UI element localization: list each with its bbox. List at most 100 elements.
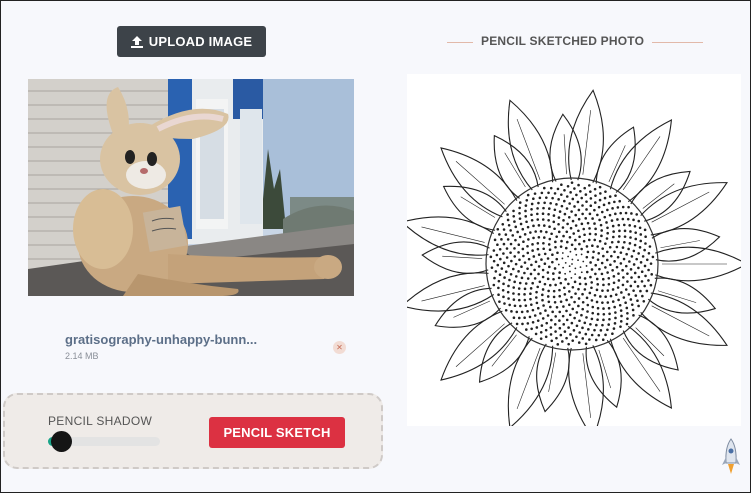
sketch-seed xyxy=(573,205,576,208)
sketch-seed xyxy=(524,282,528,285)
sketch-seed xyxy=(626,217,630,221)
sketch-seed xyxy=(595,300,599,304)
sketch-seed xyxy=(567,342,570,346)
upload-image-button[interactable]: UPLOAD IMAGE xyxy=(117,26,266,57)
sketch-seed xyxy=(614,311,617,314)
sketch-seed xyxy=(571,197,575,201)
sketch-seed xyxy=(625,252,628,256)
sketch-seed xyxy=(539,312,542,315)
sketch-seed xyxy=(644,242,647,245)
sketch-seed xyxy=(619,325,622,328)
sketch-seed xyxy=(541,293,544,297)
sketch-seed xyxy=(643,284,646,288)
sketch-seed xyxy=(575,253,578,256)
sketch-seed xyxy=(622,257,626,261)
sketch-seed xyxy=(578,331,581,334)
sketch-seed xyxy=(577,297,581,300)
sketch-seed xyxy=(637,275,641,279)
sketch-seed xyxy=(517,298,521,302)
sketch-seed xyxy=(532,197,535,201)
sketch-seed xyxy=(513,255,517,258)
sketch-seed xyxy=(509,229,512,232)
sketch-seed xyxy=(522,240,525,243)
sketch-seed xyxy=(523,287,527,291)
sketch-seed xyxy=(617,223,621,227)
sketch-seed xyxy=(571,307,575,311)
sketch-seed xyxy=(547,212,550,216)
sketch-seed xyxy=(619,251,623,254)
sketch-seed xyxy=(618,303,622,307)
sketch-seed xyxy=(638,246,642,249)
sketch-seed xyxy=(590,317,594,321)
sketch-seed xyxy=(498,233,501,236)
sketch-seed xyxy=(590,299,594,302)
sketch-seed xyxy=(567,215,571,219)
sketch-seed xyxy=(583,233,586,237)
sketch-seed xyxy=(625,306,629,310)
sketch-seed xyxy=(523,271,526,275)
sketch-seed xyxy=(500,267,504,270)
sketch-seed xyxy=(585,316,588,319)
sketch-seed xyxy=(535,296,538,299)
sketch-seed xyxy=(513,220,516,223)
sketch-seed xyxy=(583,277,587,280)
remove-file-button[interactable]: ✕ xyxy=(333,341,346,354)
sketch-seed xyxy=(534,332,538,336)
sketch-seed xyxy=(529,287,533,290)
sketch-seed xyxy=(565,309,568,313)
sketch-seed xyxy=(569,250,572,253)
sketch-seed xyxy=(629,230,632,233)
sketch-seed xyxy=(553,227,556,231)
sketch-seed xyxy=(575,193,578,197)
sketch-seed xyxy=(570,181,574,184)
sketch-seed xyxy=(518,217,522,220)
sketch-seed xyxy=(523,233,527,236)
pencil-shadow-slider[interactable] xyxy=(48,431,160,452)
sketch-seed xyxy=(537,265,541,268)
sketch-seed xyxy=(564,278,567,281)
sketch-seed xyxy=(530,202,534,206)
sketch-seed xyxy=(582,239,586,243)
sketch-seed xyxy=(536,306,540,310)
sketch-seed xyxy=(595,288,599,292)
sketch-seed xyxy=(578,235,581,239)
sketch-seed xyxy=(621,217,625,221)
sketch-seed xyxy=(498,273,502,277)
sketch-seed xyxy=(645,258,649,262)
sketch-seed xyxy=(606,271,609,274)
sketch-seed xyxy=(647,251,651,255)
sketch-seed xyxy=(585,245,589,248)
sketch-seed xyxy=(544,328,548,332)
scroll-to-top-button[interactable] xyxy=(722,437,740,475)
sketch-seed xyxy=(614,293,618,296)
sketch-seed xyxy=(596,306,600,310)
sketch-seed xyxy=(503,302,506,305)
sketch-seed xyxy=(553,323,557,326)
pencil-sketch-button[interactable]: PENCIL SKETCH xyxy=(209,417,345,448)
sketch-seed xyxy=(592,250,595,254)
sketch-seed xyxy=(624,211,628,215)
sketch-seed xyxy=(504,308,508,312)
sketch-seed xyxy=(489,255,493,259)
sketch-seed xyxy=(634,294,638,297)
sketch-seed xyxy=(532,224,535,228)
sketch-seed xyxy=(603,215,607,219)
sketch-seed xyxy=(577,229,580,233)
slider-thumb[interactable] xyxy=(51,431,73,452)
sketch-seed xyxy=(584,193,588,196)
sketch-seed xyxy=(626,312,629,315)
pencil-sketch-label: PENCIL SKETCH xyxy=(223,425,331,440)
sketch-seed xyxy=(568,303,571,307)
sketch-seed xyxy=(542,224,546,227)
sketch-seed xyxy=(513,247,516,250)
sketch-seed xyxy=(586,250,590,254)
sketch-seed xyxy=(605,258,609,262)
sketch-seed xyxy=(566,222,569,226)
sketch-seed xyxy=(541,275,545,279)
sketch-seed xyxy=(580,271,583,274)
sketch-seed xyxy=(548,283,552,287)
file-size: 2.14 MB xyxy=(65,351,99,361)
sketch-seed xyxy=(639,233,643,236)
sketch-seed xyxy=(530,218,534,222)
sketch-seed xyxy=(576,200,580,204)
